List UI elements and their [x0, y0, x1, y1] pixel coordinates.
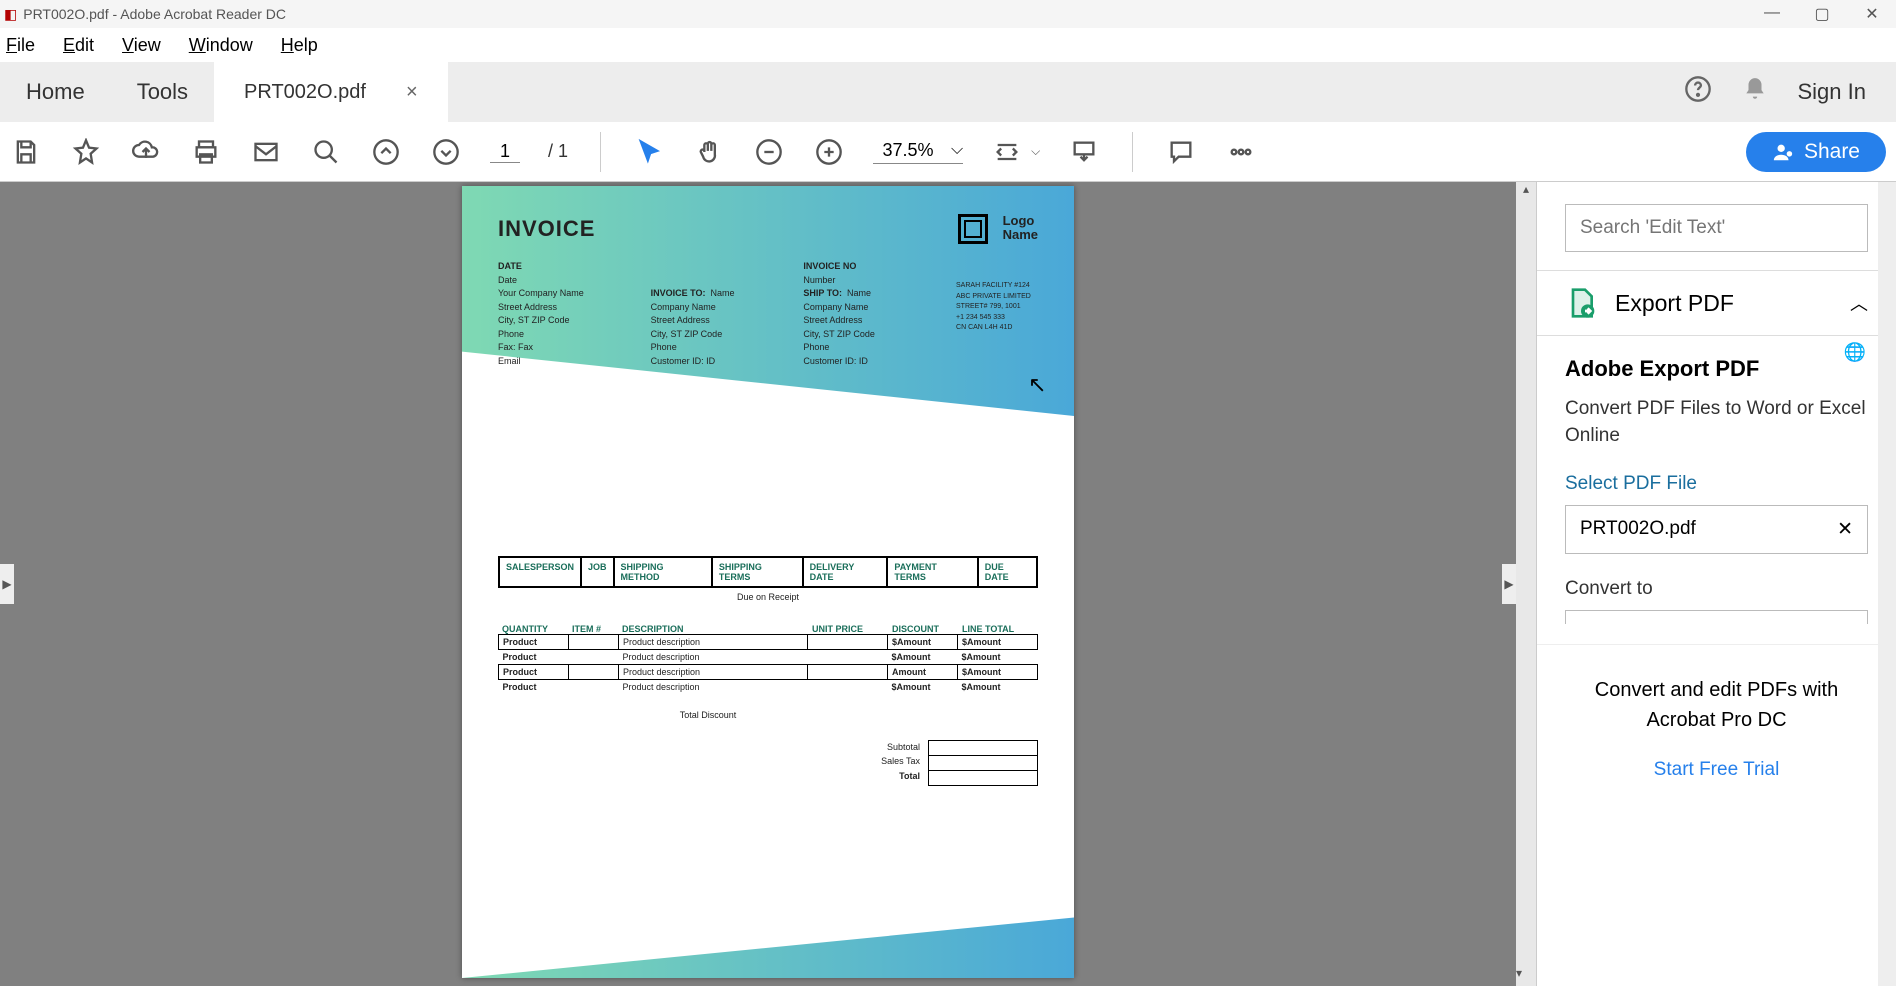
- menu-edit[interactable]: Edit: [63, 35, 94, 56]
- hand-tool-icon[interactable]: [693, 136, 725, 168]
- more-tools-icon[interactable]: [1225, 136, 1257, 168]
- selected-file-chip[interactable]: PRT002O.pdf ✕: [1565, 505, 1868, 554]
- export-pdf-header[interactable]: Export PDF ︿: [1537, 270, 1896, 336]
- expand-right-panel-icon[interactable]: ▶: [1502, 564, 1516, 604]
- zoom-value: 37.5%: [873, 140, 943, 161]
- read-mode-icon[interactable]: [1068, 136, 1100, 168]
- menu-help[interactable]: Help: [281, 35, 318, 56]
- main-area: ▶ ▴ ▾ ▶ INVOICE LogoName DATE Date Your …: [0, 182, 1896, 986]
- bell-icon[interactable]: [1742, 76, 1768, 109]
- comment-icon[interactable]: [1165, 136, 1197, 168]
- page-up-icon[interactable]: [370, 136, 402, 168]
- app-icon: ◧: [4, 6, 17, 23]
- due-on-receipt: Due on Receipt: [498, 592, 1038, 602]
- maximize-button[interactable]: ▢: [1812, 4, 1832, 24]
- right-panel: Export PDF ︿ 🌐 Adobe Export PDF Convert …: [1536, 182, 1896, 986]
- panel-scrollbar[interactable]: [1878, 182, 1896, 986]
- invoice-to-label: INVOICE TO:: [651, 288, 706, 298]
- tab-tools[interactable]: Tools: [111, 62, 214, 122]
- web-convert-icon[interactable]: 🌐: [1844, 342, 1866, 363]
- menu-view[interactable]: View: [122, 35, 161, 56]
- page-total-label: / 1: [548, 141, 568, 162]
- share-label: Share: [1804, 140, 1860, 164]
- zoom-dropdown[interactable]: 37.5% ⌵: [873, 140, 963, 164]
- zoom-in-icon[interactable]: [813, 136, 845, 168]
- pdf-page: INVOICE LogoName DATE Date Your Company …: [462, 186, 1074, 978]
- start-trial-link[interactable]: Start Free Trial: [1654, 759, 1780, 780]
- table-row: ProductProduct description$Amount$Amount: [499, 680, 1038, 695]
- menu-bar: File Edit View Window Help: [0, 28, 1896, 62]
- expand-left-panel-icon[interactable]: ▶: [0, 564, 14, 604]
- tab-close-icon[interactable]: ×: [406, 81, 418, 104]
- convert-to-dropdown[interactable]: [1565, 610, 1868, 624]
- search-tools-input[interactable]: [1565, 204, 1868, 252]
- minimize-button[interactable]: —: [1762, 4, 1782, 24]
- fit-width-icon[interactable]: [991, 136, 1023, 168]
- totals-block: Subtotal Sales Tax Total: [498, 740, 1038, 785]
- mail-icon[interactable]: [250, 136, 282, 168]
- save-icon[interactable]: [10, 136, 42, 168]
- window-title: PRT002O.pdf - Adobe Acrobat Reader DC: [23, 6, 286, 22]
- document-viewport[interactable]: ▶ ▴ ▾ ▶ INVOICE LogoName DATE Date Your …: [0, 182, 1536, 986]
- title-bar: ◧ PRT002O.pdf - Adobe Acrobat Reader DC …: [0, 0, 1896, 28]
- order-info-table: SALESPERSON JOB SHIPPING METHOD SHIPPING…: [498, 556, 1038, 588]
- selection-tool-icon[interactable]: [633, 136, 665, 168]
- selected-file-name: PRT002O.pdf: [1580, 518, 1696, 541]
- date-label: DATE: [498, 260, 635, 274]
- invoice-no-label: INVOICE NO: [803, 260, 940, 274]
- chevron-up-icon: ︿: [1850, 290, 1868, 316]
- scroll-up-icon[interactable]: ▴: [1516, 182, 1536, 202]
- logo-icon: [958, 214, 988, 244]
- promo-title: Convert and edit PDFs with Acrobat Pro D…: [1561, 675, 1872, 735]
- total-discount-label: Total Discount: [498, 710, 918, 720]
- export-pdf-icon: [1565, 287, 1597, 319]
- export-pdf-title: Export PDF: [1615, 290, 1832, 317]
- menu-file[interactable]: File: [6, 35, 35, 56]
- export-section-title: Adobe Export PDF: [1565, 356, 1868, 382]
- invoice-heading: INVOICE: [498, 216, 1038, 242]
- toolbar: / 1 37.5% ⌵ ⌵ Share: [0, 122, 1896, 182]
- table-row: ProductProduct description$Amount$Amount: [499, 650, 1038, 665]
- scroll-down-icon[interactable]: ▾: [1516, 966, 1522, 986]
- zoom-out-icon[interactable]: [753, 136, 785, 168]
- share-person-icon: [1772, 141, 1794, 163]
- share-button[interactable]: Share: [1746, 132, 1886, 172]
- promo-panel: Convert and edit PDFs with Acrobat Pro D…: [1537, 644, 1896, 805]
- help-icon[interactable]: [1684, 75, 1712, 110]
- search-icon[interactable]: [310, 136, 342, 168]
- date-value: Date: [498, 274, 635, 288]
- print-icon[interactable]: [190, 136, 222, 168]
- star-icon[interactable]: [70, 136, 102, 168]
- table-row: ProductProduct descriptionAmount$Amount: [499, 665, 1038, 680]
- line-items-table: ProductProduct description$Amount$Amount…: [498, 634, 1038, 694]
- invoice-no-value: Number: [803, 274, 940, 288]
- logo-text: LogoName: [1003, 214, 1038, 243]
- page-down-icon[interactable]: [430, 136, 462, 168]
- chevron-down-icon: ⌵: [951, 141, 963, 159]
- clear-file-icon[interactable]: ✕: [1837, 518, 1853, 541]
- menu-window[interactable]: Window: [189, 35, 253, 56]
- ship-to-label: SHIP TO:: [803, 288, 842, 298]
- export-section-desc: Convert PDF Files to Word or Excel Onlin…: [1565, 396, 1868, 449]
- convert-to-label: Convert to: [1565, 578, 1868, 600]
- table-row: ProductProduct description$Amount$Amount: [499, 635, 1038, 650]
- vertical-scrollbar[interactable]: ▴ ▾: [1516, 182, 1536, 986]
- tabs-row: Home Tools PRT002O.pdf × Sign In: [0, 62, 1896, 122]
- select-file-label: Select PDF File: [1565, 473, 1868, 495]
- close-window-button[interactable]: ✕: [1862, 4, 1882, 24]
- tab-home[interactable]: Home: [0, 62, 111, 122]
- tab-file[interactable]: PRT002O.pdf ×: [214, 62, 448, 122]
- cloud-upload-icon[interactable]: [130, 136, 162, 168]
- tab-file-label: PRT002O.pdf: [244, 81, 366, 104]
- sign-in-link[interactable]: Sign In: [1798, 79, 1867, 105]
- line-items-header: QUANTITY ITEM # DESCRIPTION UNIT PRICE D…: [498, 624, 1038, 634]
- page-number-input[interactable]: [490, 141, 520, 163]
- fit-dropdown-icon[interactable]: ⌵: [1031, 144, 1040, 159]
